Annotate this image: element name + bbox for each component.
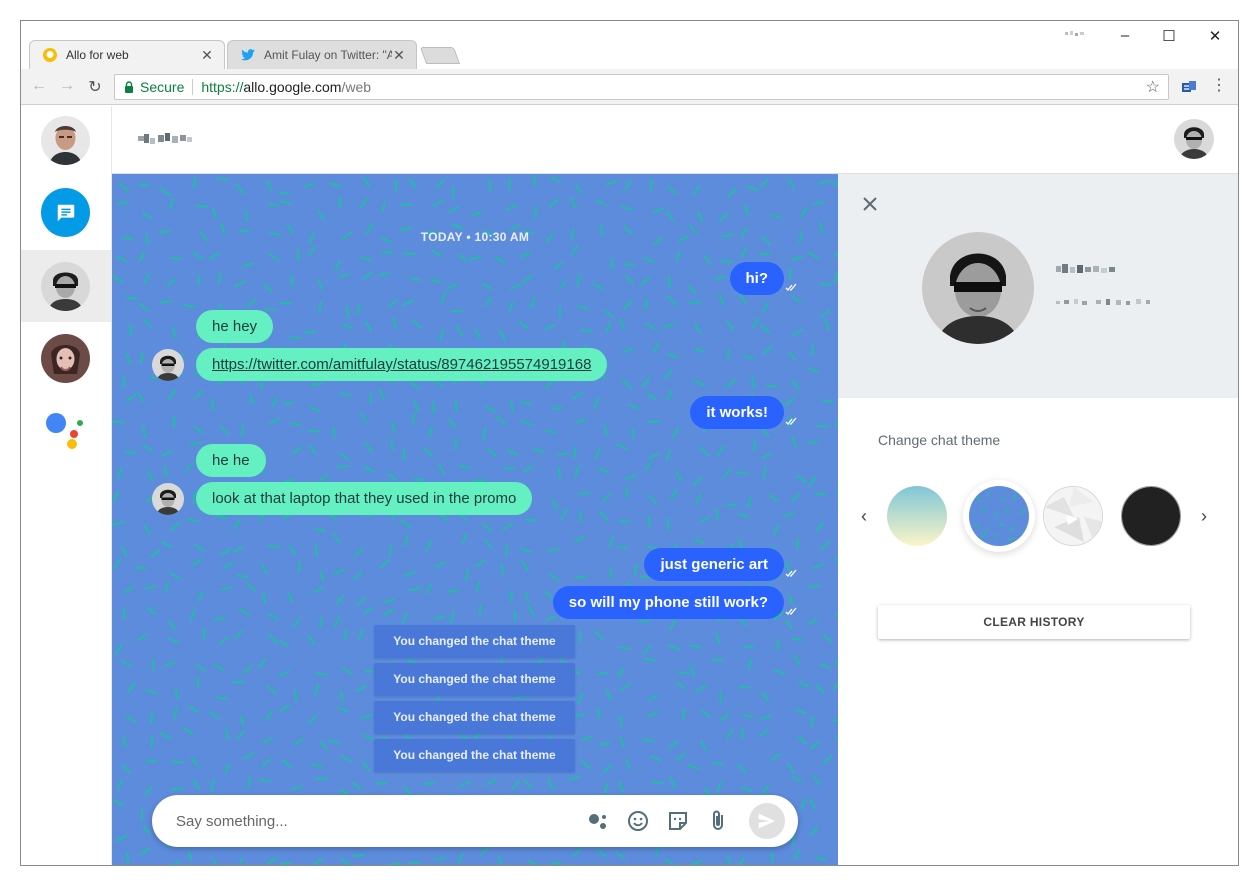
read-receipt-icon: [785, 283, 797, 291]
send-icon: [758, 813, 776, 829]
url-scheme: https://: [201, 79, 244, 95]
outgoing-message[interactable]: so will my phone still work?: [552, 586, 784, 619]
emoji-icon[interactable]: [626, 809, 650, 833]
twitter-bird-icon: [241, 49, 255, 61]
chat-bubble-icon: [57, 204, 74, 221]
contact-phone-pixelated: [1056, 299, 1150, 305]
read-receipt-icon: [785, 607, 797, 615]
clear-history-button[interactable]: CLEAR HISTORY: [878, 605, 1190, 639]
my-profile-avatar[interactable]: [41, 116, 90, 165]
incoming-message[interactable]: look at that laptop that they used in th…: [196, 482, 533, 515]
back-button[interactable]: ←: [29, 77, 49, 95]
contact-avatar-amit[interactable]: [41, 262, 90, 311]
sender-avatar: [152, 483, 184, 515]
tab-close-icon[interactable]: ✕: [200, 47, 214, 64]
incoming-message[interactable]: he hey: [196, 310, 274, 343]
minimize-button[interactable]: –: [1115, 27, 1135, 44]
url-host: allo.google.com: [243, 79, 342, 95]
header-profile-avatar[interactable]: [1174, 119, 1214, 159]
theme-swatch-sprinkles-selected[interactable]: [969, 486, 1029, 546]
profile-badge-icon[interactable]: [1063, 29, 1087, 39]
incoming-message[interactable]: he he: [196, 444, 266, 477]
send-button[interactable]: [749, 803, 785, 839]
browser-window: Allo for web ✕ Amit Fulay on Twitter: "A…: [20, 20, 1239, 866]
read-receipt-icon: [785, 569, 797, 577]
message-input[interactable]: [176, 809, 566, 833]
system-message: You changed the chat theme: [374, 739, 575, 772]
read-receipt-icon: [785, 417, 797, 425]
address-separator: [192, 79, 194, 95]
attach-icon[interactable]: [706, 809, 730, 833]
left-rail: [21, 106, 112, 865]
contact-avatar-2[interactable]: [41, 334, 90, 383]
system-message: You changed the chat theme: [374, 625, 575, 658]
allo-app: TODAY • 10:30 AM hi? he hey https://twit…: [21, 106, 1238, 865]
browser-toolbar: ← → ↻ Secure https:// allo.google.com /w…: [21, 69, 1238, 105]
change-theme-label: Change chat theme: [878, 432, 1001, 448]
contact-details-panel: Change chat theme ‹ › CLEAR HISTORY: [838, 174, 1238, 865]
sticker-icon[interactable]: [666, 809, 690, 833]
system-message: You changed the chat theme: [374, 701, 575, 734]
google-assistant-icon[interactable]: [45, 410, 85, 450]
compose-bar: [152, 795, 798, 847]
allo-favicon-icon: [43, 48, 57, 62]
maximize-button[interactable]: ☐: [1159, 27, 1179, 45]
new-tab-button[interactable]: [419, 47, 461, 64]
close-panel-icon[interactable]: [862, 196, 878, 212]
extension-icon[interactable]: [1181, 79, 1197, 95]
outgoing-message[interactable]: just generic art: [644, 548, 784, 581]
theme-next-icon[interactable]: ›: [1196, 506, 1212, 527]
url-path: /web: [341, 79, 372, 95]
chats-button[interactable]: [41, 188, 90, 237]
reload-button[interactable]: ↻: [85, 77, 105, 97]
title-bar: Allo for web ✕ Amit Fulay on Twitter: "A…: [21, 21, 1238, 69]
tab-twitter[interactable]: Amit Fulay on Twitter: "Al ✕: [227, 40, 417, 69]
chat-header: [112, 106, 1238, 174]
contact-name-pixelated: [138, 133, 192, 144]
tab-label: Amit Fulay on Twitter: "Al: [264, 48, 392, 62]
message-link[interactable]: https://twitter.com/amitfulay/status/897…: [212, 356, 591, 373]
theme-swatch-geometric[interactable]: [1043, 486, 1103, 546]
incoming-link-message[interactable]: https://twitter.com/amitfulay/status/897…: [196, 348, 608, 381]
close-window-button[interactable]: ✕: [1205, 27, 1225, 45]
address-bar[interactable]: Secure https:// allo.google.com /web ☆: [114, 74, 1169, 100]
theme-swatch-gradient[interactable]: [887, 486, 947, 546]
date-stamp: TODAY • 10:30 AM: [420, 230, 530, 244]
bookmark-star-icon[interactable]: ☆: [1146, 77, 1160, 97]
outgoing-message[interactable]: hi?: [729, 262, 784, 295]
outgoing-message[interactable]: it works!: [690, 396, 784, 429]
lock-icon: [125, 81, 133, 93]
secure-label: Secure: [140, 79, 185, 95]
theme-prev-icon[interactable]: ‹: [856, 506, 872, 527]
sender-avatar: [152, 349, 184, 381]
contact-profile-section: [838, 174, 1238, 398]
theme-swatch-dark[interactable]: [1121, 486, 1181, 546]
forward-button[interactable]: →: [57, 77, 77, 95]
chat-thread: TODAY • 10:30 AM hi? he hey https://twit…: [112, 174, 838, 865]
tab-allo[interactable]: Allo for web ✕: [29, 40, 225, 69]
contact-large-avatar: [922, 232, 1034, 344]
tab-close-icon[interactable]: ✕: [392, 47, 406, 64]
assistant-dots-icon[interactable]: [586, 809, 610, 833]
contact-name-pixelated: [1056, 264, 1115, 273]
browser-menu-icon[interactable]: ⋮: [1211, 77, 1227, 95]
system-message: You changed the chat theme: [374, 663, 575, 696]
tab-label: Allo for web: [66, 48, 129, 62]
